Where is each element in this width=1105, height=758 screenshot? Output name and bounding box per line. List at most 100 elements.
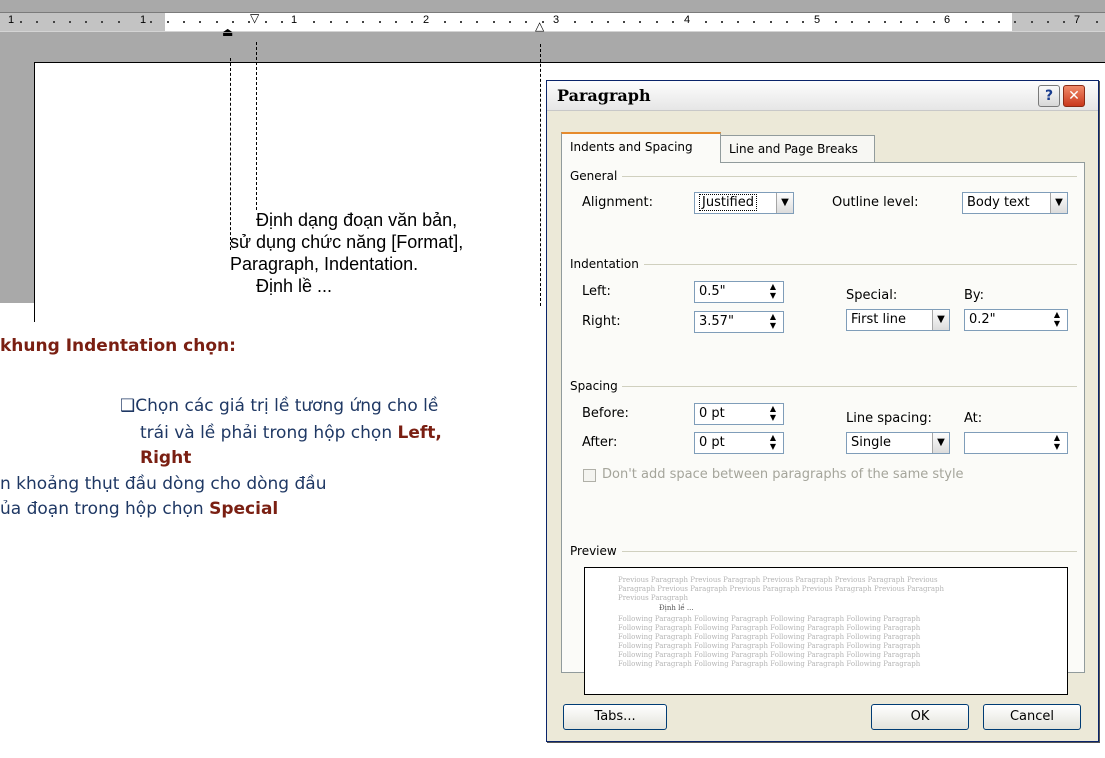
slide-text: trái và lề phải trong hộp chọn <box>140 423 398 443</box>
ruler-tick <box>639 21 641 23</box>
spinner-arrows-icon[interactable]: ▲ ▼ <box>1049 310 1065 330</box>
ruler-number: 1 <box>8 14 15 26</box>
left-indent-value: 0.5" <box>699 284 726 299</box>
preview-current-line: Định lề ... <box>659 604 694 612</box>
tab-line-and-page-breaks[interactable]: Line and Page Breaks <box>720 135 875 163</box>
ruler-number: 7 <box>1074 14 1081 26</box>
spinner-arrows-icon[interactable]: ▲ ▼ <box>765 282 781 302</box>
ruler-tick <box>53 21 55 23</box>
ruler-tick <box>509 21 511 23</box>
ruler-tick <box>672 21 674 23</box>
chevron-down-icon: ▼ <box>776 193 793 213</box>
alignment-select[interactable]: Justified ▼ <box>694 192 794 214</box>
spinner-arrows-icon[interactable]: ▲ ▼ <box>765 433 781 453</box>
dont-add-space-label: Don't add space between paragraphs of th… <box>602 467 964 482</box>
ruler-tick <box>591 21 593 23</box>
ruler-tick <box>362 21 364 23</box>
slide-bold-text: Special <box>209 499 279 519</box>
group-divider <box>622 176 1077 177</box>
preview-previous-line: Previous Paragraph Previous Paragraph Pr… <box>618 576 938 584</box>
ruler-number: 2 <box>423 14 430 26</box>
ruler-tick <box>656 21 658 23</box>
paragraph-dialog: Paragraph ? ✕ Indents and Spacing Line a… <box>546 80 1099 742</box>
spacing-group-label: Spacing <box>570 379 622 393</box>
close-button[interactable]: ✕ <box>1063 85 1085 107</box>
ruler-tick <box>36 21 38 23</box>
ruler-tick <box>835 21 837 23</box>
first-line-indent-marker[interactable]: ▽ <box>250 12 259 24</box>
spinner-arrows-icon[interactable]: ▲ ▼ <box>765 404 781 424</box>
slide-heading: khung Indentation chọn: <box>0 336 236 356</box>
tab-indents-and-spacing[interactable]: Indents and Spacing <box>561 132 721 163</box>
ruler-number: 6 <box>944 14 951 26</box>
ruler-tick <box>330 21 332 23</box>
spacing-before-input[interactable]: 0 pt ▲ ▼ <box>694 403 784 425</box>
preview-following-line: Following Paragraph Following Paragraph … <box>618 615 921 623</box>
ruler-tick <box>346 21 348 23</box>
ruler-tick <box>85 21 87 23</box>
outline-level-select[interactable]: Body text ▼ <box>962 192 1068 214</box>
cancel-button[interactable]: Cancel <box>983 704 1081 730</box>
ruler-tick <box>69 21 71 23</box>
document-line: Paragraph, Indentation. <box>230 254 419 274</box>
paragraph-preview: Previous Paragraph Previous Paragraph Pr… <box>584 567 1068 695</box>
ruler-tick <box>460 21 462 23</box>
slide-bullet-line: trái và lề phải trong hộp chọn Left, <box>140 421 442 445</box>
right-indent-label: Right: <box>582 314 621 329</box>
at-input[interactable]: ▲ ▼ <box>964 432 1068 454</box>
group-divider <box>622 386 1077 387</box>
group-divider <box>644 264 1077 265</box>
ruler-tick <box>1014 21 1016 23</box>
slide-text-line: n khoảng thụt đầu dòng cho dòng đầu <box>0 474 327 494</box>
general-group-label: General <box>570 169 622 183</box>
ruler-tick <box>851 21 853 23</box>
spinner-arrows-icon[interactable]: ▲ ▼ <box>1049 433 1065 453</box>
slide-bullet-line: ❑Chọn các giá trị lề tương ứng cho lề <box>120 394 438 418</box>
ruler-tick <box>1063 21 1065 23</box>
slide-bold-text: Right <box>140 448 192 468</box>
horizontal-ruler[interactable]: 1 1 1 2 3 4 5 6 7 ⏏ ▽ △ <box>0 0 1105 40</box>
spinner-arrows-icon[interactable]: ▲ ▼ <box>765 312 781 332</box>
right-indent-input[interactable]: 3.57" ▲ ▼ <box>694 311 784 333</box>
ruler-tick <box>802 21 804 23</box>
preview-following-line: Following Paragraph Following Paragraph … <box>618 642 921 650</box>
ruler-tick <box>411 21 413 23</box>
left-indent-input[interactable]: 0.5" ▲ ▼ <box>694 281 784 303</box>
ruler-number: 1 <box>291 14 298 26</box>
ruler-tick <box>884 21 886 23</box>
ruler-tick <box>167 21 169 23</box>
special-value: First line <box>851 312 906 327</box>
by-input[interactable]: 0.2" ▲ ▼ <box>964 309 1068 331</box>
preview-following-line: Following Paragraph Following Paragraph … <box>618 651 921 659</box>
ruler-tick <box>623 21 625 23</box>
special-select[interactable]: First line ▼ <box>846 309 950 331</box>
spacing-after-value: 0 pt <box>699 435 725 450</box>
dialog-titlebar[interactable]: Paragraph ? ✕ <box>547 81 1098 111</box>
line-spacing-value: Single <box>851 435 891 450</box>
dont-add-space-checkbox[interactable] <box>583 469 596 482</box>
document-line: Định dạng đoạn văn bản, <box>256 210 458 230</box>
ruler-tick <box>721 21 723 23</box>
line-spacing-select[interactable]: Single ▼ <box>846 432 950 454</box>
left-indent-marker[interactable]: ⏏ <box>222 26 233 38</box>
ruler-tick <box>493 21 495 23</box>
help-button[interactable]: ? <box>1038 85 1060 107</box>
spacing-after-input[interactable]: 0 pt ▲ ▼ <box>694 432 784 454</box>
ruler-number: 3 <box>553 14 560 26</box>
right-indent-marker[interactable]: △ <box>535 20 544 32</box>
ruler-tick <box>313 21 315 23</box>
tabs-button[interactable]: Tabs... <box>563 704 667 730</box>
ruler-tick <box>900 21 902 23</box>
alignment-value: Justified <box>699 194 757 211</box>
ruler-tick <box>753 21 755 23</box>
ok-button[interactable]: OK <box>871 704 969 730</box>
ruler-tick <box>199 21 201 23</box>
ruler-tick <box>998 21 1000 23</box>
ruler-tick <box>118 21 120 23</box>
ruler-tick <box>525 21 527 23</box>
ruler-tick <box>216 21 218 23</box>
special-label: Special: <box>846 288 898 303</box>
ruler-tick <box>265 21 267 23</box>
slide-text: ủa đoạn trong hộp chọn <box>0 499 210 519</box>
preview-following-line: Following Paragraph Following Paragraph … <box>618 633 921 641</box>
